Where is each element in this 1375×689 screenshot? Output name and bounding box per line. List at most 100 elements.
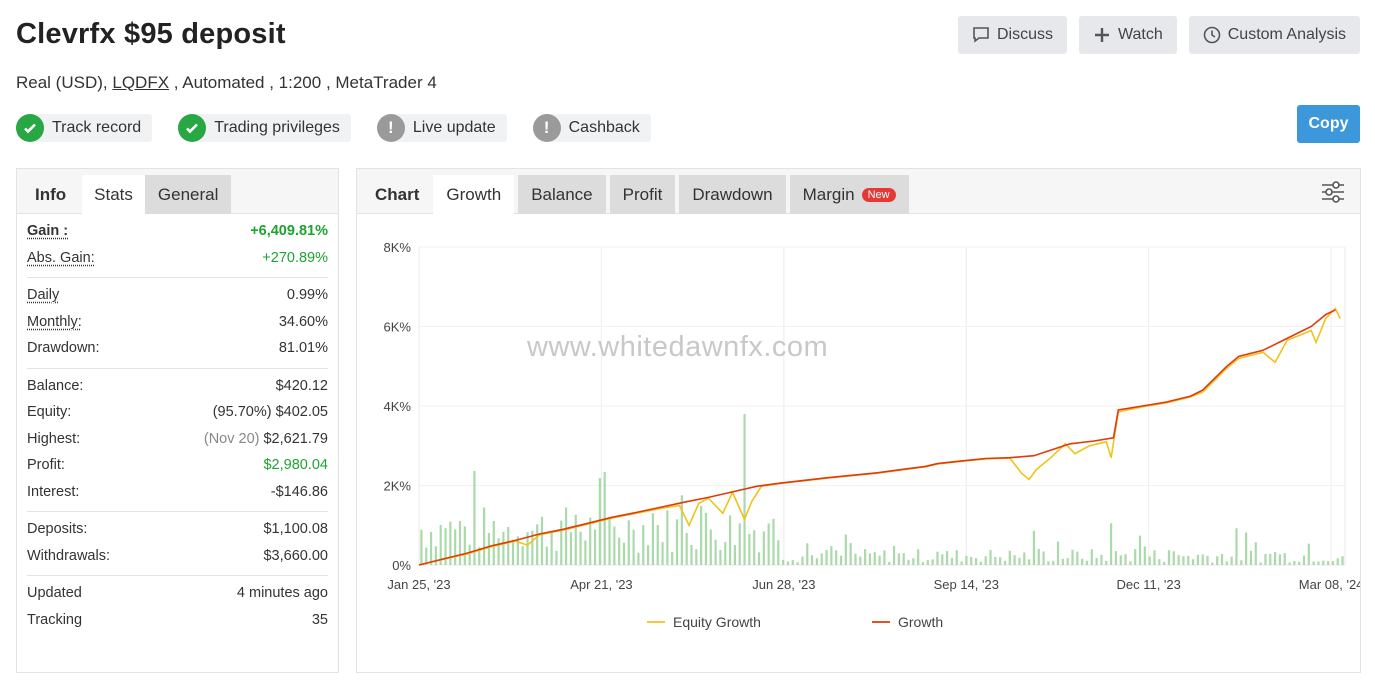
daily-bar (1216, 556, 1219, 565)
daily-bar (1158, 559, 1161, 565)
daily-bar (820, 553, 823, 565)
tab-margin[interactable]: Margin New (789, 175, 909, 214)
daily-bar (1259, 562, 1262, 565)
daily-bar (777, 540, 780, 565)
account-subtitle: Real (USD), LQDFX , Automated , 1:200 , … (16, 73, 437, 93)
daily-bar (883, 550, 886, 565)
daily-bar (579, 531, 582, 565)
x-tick-label: Apr 21, '23 (570, 577, 632, 592)
daily-bar (839, 555, 843, 565)
daily-bar (1225, 561, 1228, 565)
daily-bar (859, 556, 862, 565)
tab-chart[interactable]: Chart (358, 175, 433, 214)
stat-value: 34.60% (278, 313, 328, 330)
daily-bar (1211, 562, 1214, 565)
badge-label: Cashback (568, 119, 640, 136)
daily-bar (970, 557, 973, 565)
daily-bar (1302, 555, 1306, 565)
check-icon (16, 114, 44, 142)
daily-bar (1056, 541, 1060, 565)
tab-drawdown[interactable]: Drawdown (679, 175, 786, 214)
badge-trading-privileges: Trading privileges (178, 114, 351, 142)
stat-label: Highest: (27, 430, 81, 447)
stat-label: Interest: (27, 483, 80, 500)
tab-balance[interactable]: Balance (518, 175, 606, 214)
page-title: Clevrfx $95 deposit (16, 18, 286, 50)
copy-button[interactable]: Copy (1297, 105, 1360, 143)
y-ticks: 0% 2K% 4K% 6K% 8K% (384, 240, 412, 573)
custom-analysis-label: Custom Analysis (1227, 26, 1346, 43)
daily-bar (429, 531, 433, 565)
stat-label[interactable]: Abs. Gain: (27, 250, 95, 266)
daily-bar (786, 561, 790, 565)
chart-legend: Equity Growth Growth (647, 614, 943, 630)
discuss-button[interactable]: Discuss (957, 16, 1067, 54)
daily-bar (1119, 555, 1122, 565)
daily-bar (632, 529, 635, 565)
stat-withdrawals: Withdrawals: $3,660.00 (27, 543, 328, 570)
daily-bar (830, 546, 833, 565)
stat-balance: Balance: $420.12 (27, 373, 328, 400)
tab-info[interactable]: Info (18, 175, 82, 214)
broker-link[interactable]: LQDFX (112, 73, 169, 92)
stats-group-rates: Daily 0.99% Monthly: 34.60% Drawdown: 81… (27, 278, 328, 369)
daily-bar (801, 556, 804, 565)
daily-bar (608, 517, 611, 565)
daily-bar (656, 525, 659, 565)
stat-label: Withdrawals: (27, 547, 110, 564)
daily-bar (1172, 551, 1175, 565)
stat-label[interactable]: Gain : (27, 223, 68, 239)
daily-bar (878, 555, 881, 565)
tab-profit[interactable]: Profit (609, 175, 676, 214)
legend-entry: Equity Growth (673, 614, 761, 630)
chart-settings-icon[interactable] (1320, 179, 1346, 205)
daily-bar (917, 549, 920, 565)
stat-value: 0.99% (286, 287, 328, 304)
stat-value: -$146.86 (270, 483, 328, 500)
tab-general[interactable]: General (144, 175, 232, 214)
stat-tracking: Tracking 35 (27, 607, 328, 634)
badge-live-update: ! Live update (376, 114, 507, 142)
tab-growth[interactable]: Growth (433, 175, 515, 214)
daily-bar (984, 556, 987, 565)
stat-value: $420.12 (275, 377, 328, 394)
daily-bar (757, 552, 761, 565)
daily-bar (1023, 552, 1026, 565)
tab-stats[interactable]: Stats (82, 175, 145, 214)
daily-bar (733, 545, 737, 565)
badge-label: Trading privileges (214, 119, 340, 136)
highest-date: (Nov 20) (203, 430, 260, 447)
daily-bar (627, 520, 630, 565)
exclamation-icon: ! (376, 114, 405, 142)
badge-label: Track record (52, 119, 142, 136)
daily-bar (1153, 550, 1156, 565)
daily-bar (994, 556, 997, 565)
daily-bar (864, 549, 867, 565)
daily-bar (835, 550, 838, 565)
badge-label: Live update (412, 119, 496, 136)
watch-button[interactable]: Watch (1078, 16, 1177, 54)
daily-bar (1177, 555, 1180, 565)
stat-value: $2,980.04 (263, 457, 328, 474)
stat-gain: Gain : +6,409.81% (27, 218, 328, 245)
daily-bar (685, 532, 688, 565)
x-tick-label: Sep 14, '23 (934, 577, 999, 592)
x-ticks: Jan 25, '23 Apr 21, '23 Jun 28, '23 Sep 14,… (387, 577, 1360, 592)
daily-bar (618, 537, 621, 565)
daily-bar (714, 539, 717, 565)
stat-label[interactable]: Monthly: (27, 314, 82, 330)
custom-analysis-button[interactable]: Custom Analysis (1188, 16, 1360, 54)
daily-bar (675, 519, 679, 565)
daily-bar (1254, 542, 1257, 565)
daily-bar (1322, 560, 1325, 565)
chart-grid (418, 246, 1346, 566)
stat-label[interactable]: Daily (27, 287, 59, 303)
y-tick-label: 4K% (384, 399, 412, 414)
stat-value: +270.89% (262, 249, 328, 266)
daily-bar (1220, 553, 1224, 565)
daily-bar (902, 553, 905, 565)
stat-deposits: Deposits: $1,100.08 (27, 516, 328, 543)
clock-icon (1203, 26, 1221, 44)
daily-bar (1032, 530, 1036, 565)
daily-bar (1105, 560, 1108, 565)
